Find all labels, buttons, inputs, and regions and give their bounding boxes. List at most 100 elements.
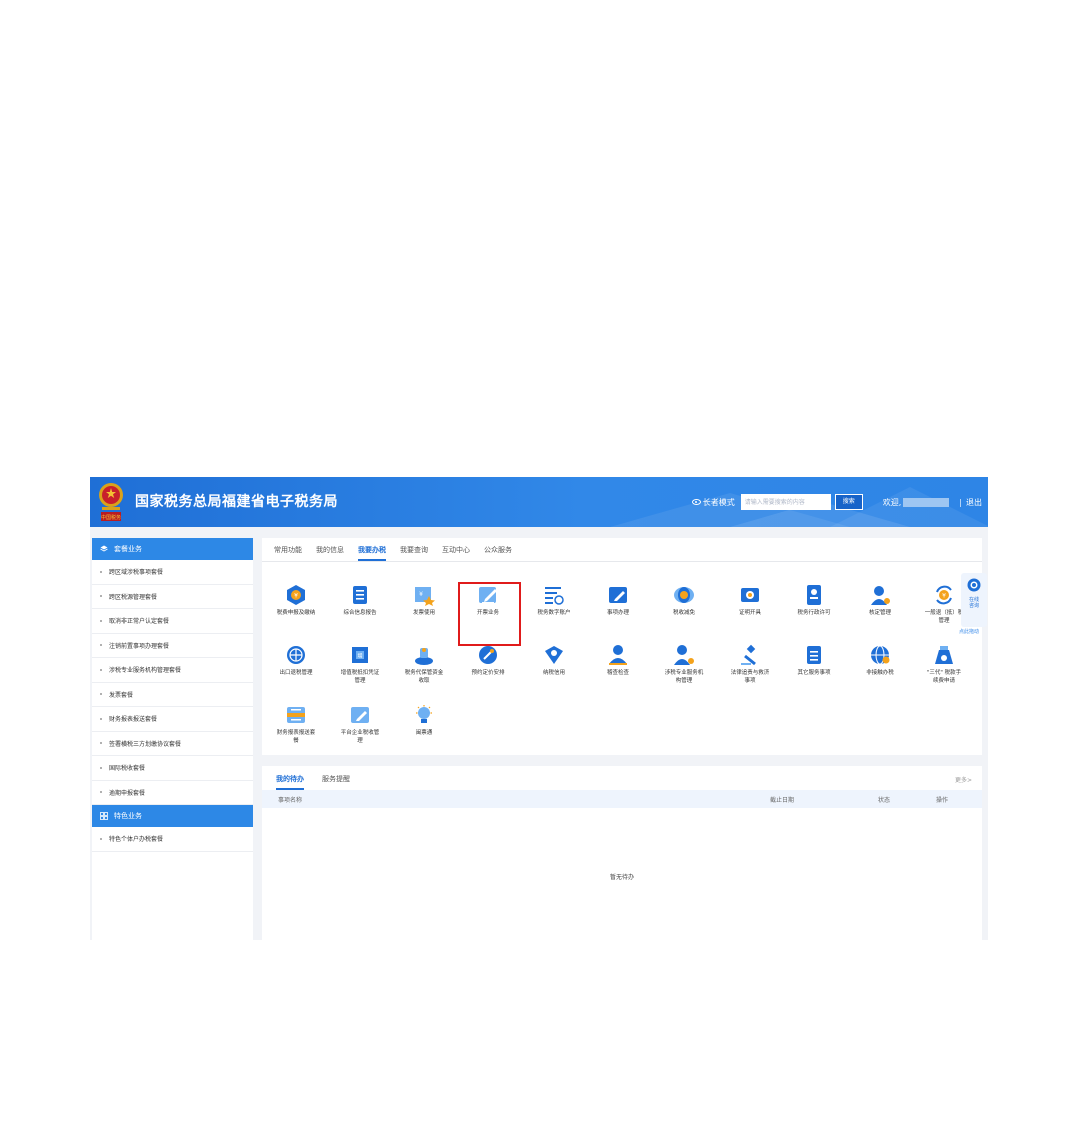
sidebar-item[interactable]: 跨区域涉税事项套餐: [92, 560, 253, 585]
tax-reduction-icon: [674, 587, 694, 603]
layers-icon: [100, 545, 108, 552]
service-tile[interactable]: 非接触办税: [848, 644, 912, 677]
service-tile[interactable]: 纳税信用: [522, 644, 586, 677]
service-tile[interactable]: 增增值税抵扣凭证 管理: [328, 644, 392, 685]
service-tile[interactable]: 平台企业税收管理: [328, 704, 392, 745]
todo-tab-1[interactable]: 服务提醒: [322, 774, 350, 790]
service-tile-label: 税收减免: [672, 610, 695, 616]
service-tile[interactable]: 事项办理: [586, 584, 650, 617]
service-tile[interactable]: 税务数字账户: [522, 584, 586, 617]
search-input[interactable]: [740, 494, 831, 510]
col-item-name: 事项名称: [278, 796, 303, 804]
sidebar-item[interactable]: 财务报表报送套餐: [92, 707, 253, 732]
todo-table-header: 事项名称 截止日期 状态 操作: [262, 790, 982, 808]
more-link[interactable]: 更多>: [955, 775, 972, 784]
sidebar-item[interactable]: 注销前置事项办理套餐: [92, 634, 253, 658]
contactless-icon: [871, 645, 890, 665]
col-status: 状态: [878, 796, 891, 804]
financial-report-icon: [287, 707, 305, 723]
service-tile-label: "三代" 税款手: [926, 670, 962, 676]
service-tile-label: 稽查检查: [606, 670, 629, 676]
service-tile[interactable]: 财务报表报送套餐: [264, 704, 328, 745]
bullet-dot: [100, 693, 102, 696]
service-tile[interactable]: 证明开具: [718, 584, 782, 617]
service-tile[interactable]: 税务代保管资金 收取: [392, 644, 456, 685]
service-tile-label: 税务代保管资金: [404, 670, 444, 676]
svg-text:增: 增: [357, 653, 362, 660]
tab-4[interactable]: 互动中心: [442, 545, 470, 561]
service-tile[interactable]: 税务行政许可: [782, 584, 846, 617]
service-tile-label: 预约定价安排: [471, 670, 505, 676]
sidebar-item-label: 跨区税源管理套餐: [109, 593, 158, 601]
service-tile-label: 财务报表报送套: [276, 730, 316, 736]
separator: |: [959, 497, 962, 507]
search-button[interactable]: 搜索: [834, 494, 863, 510]
bullet-dot: [100, 766, 102, 769]
service-tile-label: 税务数字账户: [537, 610, 571, 616]
service-tile[interactable]: 其它服务事项: [782, 644, 846, 677]
sidebar-item[interactable]: 国际税收套餐: [92, 756, 253, 781]
main-tabs: 常用功能 我的信息 我要办税 我要查询 互动中心 公众服务: [262, 538, 982, 562]
empty-state: 暂无待办: [609, 874, 634, 881]
sidebar-item[interactable]: 特色个体户办税套餐: [92, 827, 253, 852]
digital-account-icon: [545, 587, 564, 605]
service-tile[interactable]: 法律追责与救济 事项: [718, 644, 782, 685]
national-emblem-logo: 中国税务: [99, 483, 123, 521]
service-tile[interactable]: ¥ 税费申报及缴纳: [264, 584, 328, 617]
service-tile[interactable]: "三代" 税款手 续费申请: [912, 644, 976, 685]
tab-5[interactable]: 公众服务: [484, 545, 512, 561]
legal-icon: [741, 644, 756, 666]
service-tile-label: 增值税抵扣凭证: [340, 670, 380, 676]
service-tile-label: 发票使用: [412, 610, 435, 616]
sidebar-item[interactable]: 取消非正常户认定套餐: [92, 609, 253, 634]
bullet-dot: [100, 570, 102, 573]
username-masked: [903, 497, 950, 507]
tab-2[interactable]: 我要办税: [358, 545, 386, 561]
sidebar-item[interactable]: 涉税专业服务机构管理套餐: [92, 658, 253, 683]
invoice-use-icon: ¥: [415, 587, 435, 606]
sidebar-section-special[interactable]: 特色业务: [92, 805, 253, 827]
sidebar-section-packages[interactable]: 套餐业务: [92, 538, 253, 560]
sidebar-item[interactable]: 签署横税三方划缴协议套餐: [92, 732, 253, 756]
col-deadline: 截止日期: [770, 796, 795, 804]
service-tile[interactable]: ¥ 发票使用: [392, 584, 456, 617]
online-consult-button[interactable]: 在线咨询: [961, 573, 987, 627]
service-tile-label: 非接触办税: [866, 670, 894, 676]
service-tile-label-line2: 事项: [744, 678, 756, 684]
svg-text:中国税务: 中国税务: [101, 514, 121, 521]
service-tile[interactable]: 稽查检查: [586, 644, 650, 677]
sidebar-item-label: 财务报表报送套餐: [109, 716, 158, 724]
service-tile[interactable]: 核定管理: [848, 584, 912, 617]
elder-mode-toggle[interactable]: 长者模式: [691, 497, 735, 508]
logout-link[interactable]: 退出: [966, 497, 982, 508]
service-tile-label-line2: 餐: [293, 738, 299, 744]
drag-hint[interactable]: 点此拖动: [959, 628, 979, 635]
custody-fund-icon: [415, 648, 433, 665]
service-tile[interactable]: 闽票通: [392, 704, 456, 737]
sidebar-item[interactable]: 逾期申报套餐: [92, 781, 253, 805]
service-tile-label: 纳税信用: [542, 670, 565, 676]
service-tile-label: 出口退税管理: [279, 670, 313, 676]
service-tile-label: 开票业务: [476, 610, 499, 616]
sidebar-item-label: 特色个体户办税套餐: [109, 836, 164, 844]
sidebar-item[interactable]: 发票套餐: [92, 683, 253, 707]
service-tile[interactable]: 开票业务: [456, 584, 520, 617]
service-tile-label: 综合信息报告: [343, 610, 377, 616]
mpt-icon: [416, 705, 432, 723]
service-tile[interactable]: 税收减免: [652, 584, 716, 617]
tax-portal: 中国税务 国家税务总局福建省电子税务局 长者模式 搜索 欢迎, | 退出 套餐业…: [90, 477, 988, 940]
service-tile-label: 涉税专业服务机: [664, 670, 704, 676]
tab-0[interactable]: 常用功能: [274, 545, 302, 561]
service-tile[interactable]: 出口退税管理: [264, 644, 328, 677]
tab-1[interactable]: 我的信息: [316, 545, 344, 561]
sidebar-item[interactable]: 跨区税源管理套餐: [92, 585, 253, 609]
bullet-dot: [100, 837, 102, 840]
online-consult-label: 在线咨询: [968, 597, 979, 609]
sidebar-item-label: 跨区域涉税事项套餐: [109, 569, 164, 577]
service-tile-label: 平台企业税收管: [340, 730, 380, 736]
service-tile[interactable]: 涉税专业服务机 构管理: [652, 644, 716, 685]
service-tile[interactable]: 预约定价安排: [456, 644, 520, 677]
todo-tab-0[interactable]: 我的待办: [276, 774, 304, 790]
tab-3[interactable]: 我要查询: [400, 545, 428, 561]
service-tile[interactable]: 综合信息报告: [328, 584, 392, 617]
